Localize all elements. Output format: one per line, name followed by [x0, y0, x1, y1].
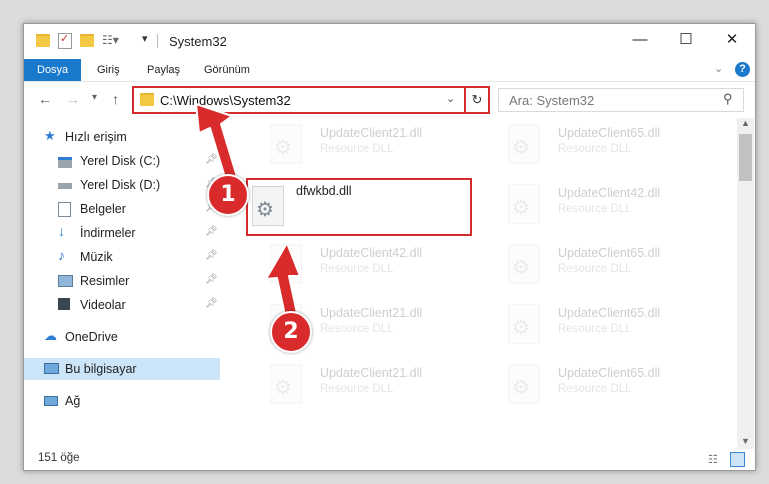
step-2-badge: 2 — [270, 311, 312, 353]
arrow-1-icon — [195, 103, 239, 185]
step-1-badge: 1 — [207, 174, 249, 216]
arrow-2-icon — [265, 242, 301, 321]
annotation-arrows — [195, 103, 301, 321]
